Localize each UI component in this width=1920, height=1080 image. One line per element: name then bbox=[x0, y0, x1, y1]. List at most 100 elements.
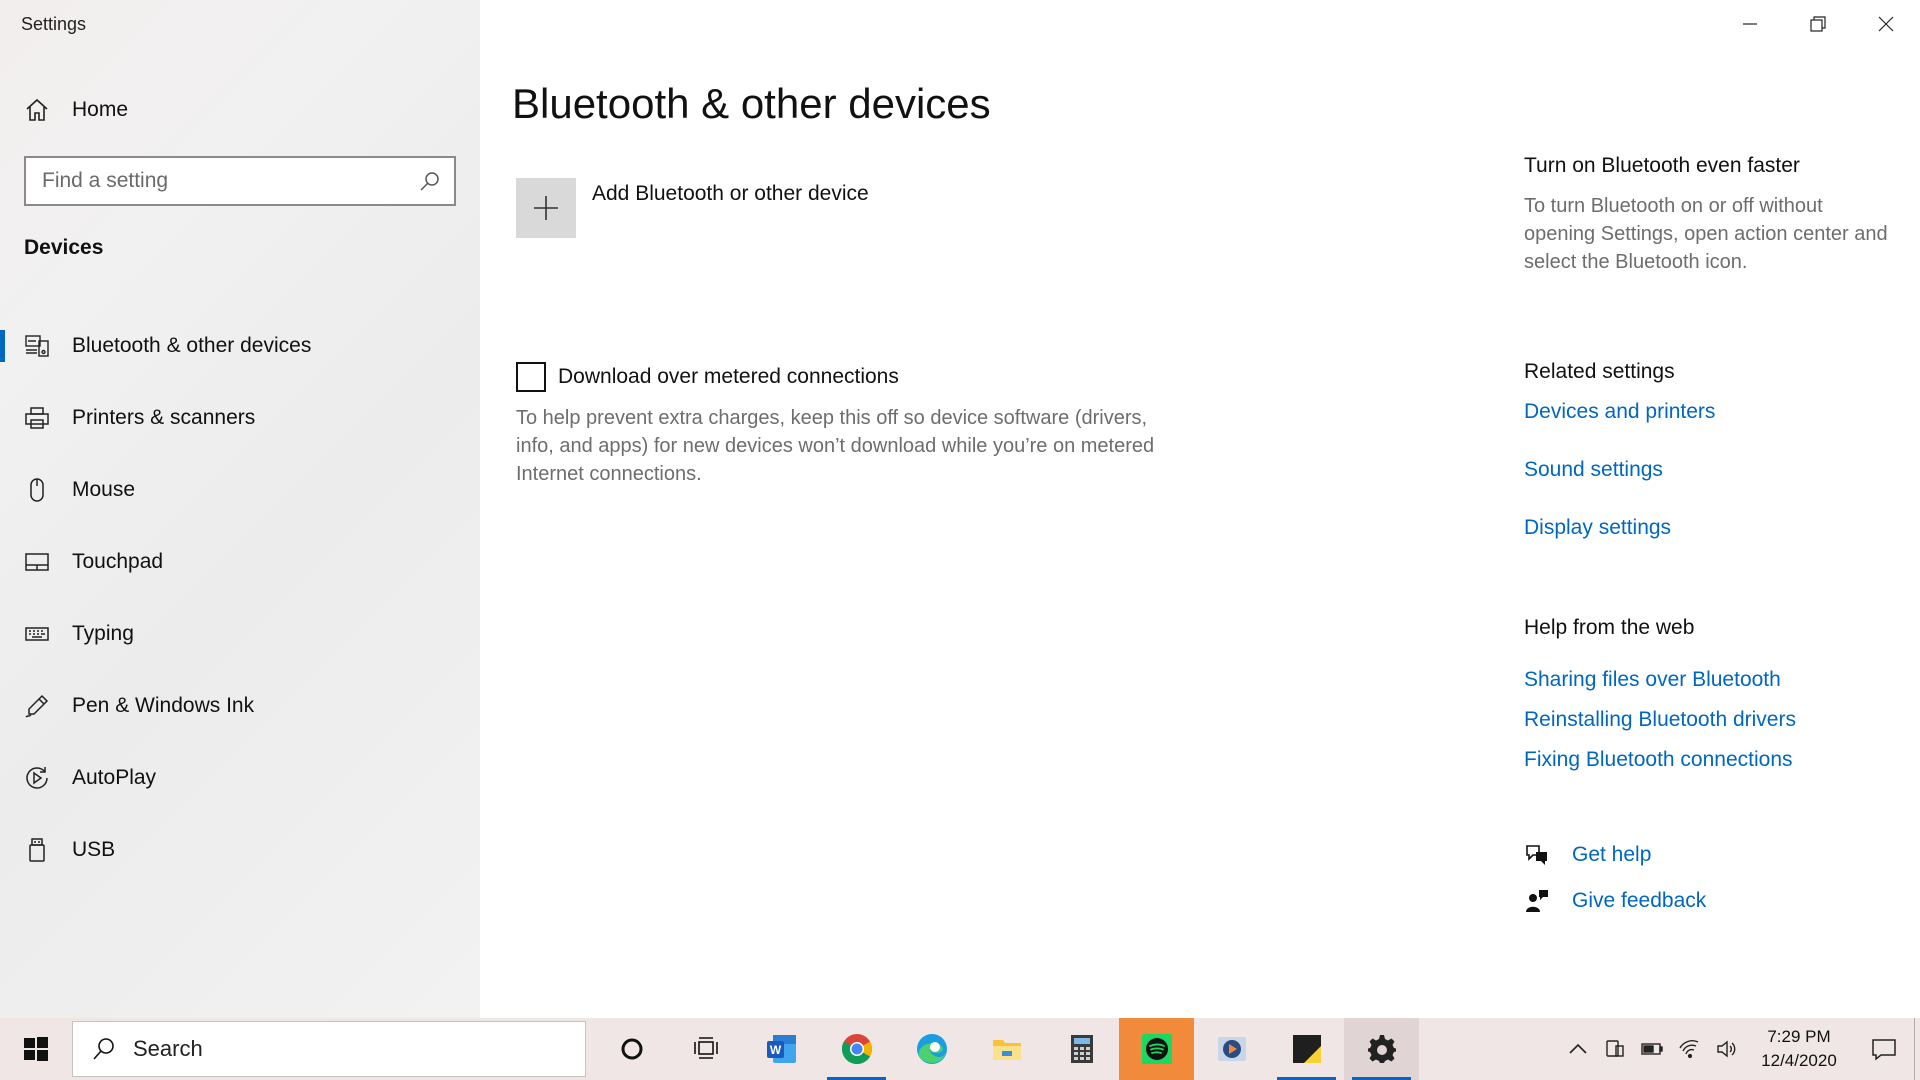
get-help-label: Get help bbox=[1572, 843, 1652, 866]
settings-search-input[interactable] bbox=[26, 158, 418, 204]
sound-settings-link[interactable]: Sound settings bbox=[1524, 458, 1663, 482]
sidebar-item-label: Typing bbox=[72, 622, 134, 645]
sidebar-nav: Bluetooth & other devices Printers & sca… bbox=[0, 310, 480, 886]
page-title: Bluetooth & other devices bbox=[512, 80, 991, 127]
taskbar: W bbox=[0, 1018, 1920, 1080]
sidebar-item-label: Printers & scanners bbox=[72, 406, 256, 429]
search-icon bbox=[93, 1038, 114, 1060]
sidebar-item-label: Mouse bbox=[72, 478, 136, 501]
metered-connection-checkbox[interactable] bbox=[516, 362, 546, 392]
sharing-files-link[interactable]: Sharing files over Bluetooth bbox=[1524, 668, 1781, 692]
task-view-icon bbox=[693, 1037, 718, 1059]
devices-and-printers-link[interactable]: Devices and printers bbox=[1524, 400, 1715, 424]
add-device-label: Add Bluetooth or other device bbox=[592, 182, 869, 205]
restore-button[interactable] bbox=[1784, 0, 1852, 48]
sidebar-item-printers[interactable]: Printers & scanners bbox=[0, 382, 480, 454]
reinstalling-drivers-link[interactable]: Reinstalling Bluetooth drivers bbox=[1524, 708, 1796, 732]
notification-icon bbox=[1872, 1039, 1896, 1061]
sidebar-item-label: Touchpad bbox=[72, 550, 164, 573]
task-view-button[interactable] bbox=[669, 1018, 744, 1080]
restore-icon bbox=[1810, 16, 1826, 32]
faster-description: To turn Bluetooth on or off without open… bbox=[1524, 195, 1888, 273]
minimize-button[interactable] bbox=[1716, 0, 1784, 48]
plus-icon bbox=[534, 196, 558, 220]
media-player-icon bbox=[1217, 1037, 1246, 1061]
sticky-notes-button[interactable] bbox=[1269, 1018, 1344, 1080]
volume-button[interactable] bbox=[1707, 1018, 1744, 1080]
get-help-link[interactable]: Get help bbox=[1524, 842, 1651, 868]
sidebar-item-pen[interactable]: Pen & Windows Ink bbox=[0, 670, 480, 742]
sidebar-item-mouse[interactable]: Mouse bbox=[0, 454, 480, 526]
taskbar-search-input[interactable] bbox=[117, 1022, 585, 1076]
show-desktop-button[interactable] bbox=[1914, 1018, 1920, 1080]
calculator-icon bbox=[1070, 1035, 1093, 1063]
add-device-button[interactable]: Add Bluetooth or other device bbox=[516, 178, 869, 238]
clock[interactable]: 7:29 PM 12/4/2020 bbox=[1744, 1025, 1854, 1073]
media-player-button[interactable] bbox=[1194, 1018, 1269, 1080]
sidebar-home[interactable]: Home bbox=[24, 92, 128, 128]
action-center-button[interactable] bbox=[1854, 1018, 1914, 1080]
metered-connection-option[interactable]: Download over metered connections bbox=[516, 362, 899, 392]
svg-text:W: W bbox=[769, 1043, 781, 1057]
usb-icon bbox=[24, 837, 50, 863]
taskbar-apps: W bbox=[594, 1018, 1419, 1080]
minimize-icon bbox=[1743, 23, 1757, 25]
settings-taskbar-button[interactable] bbox=[1344, 1018, 1419, 1080]
close-button[interactable] bbox=[1852, 0, 1920, 48]
section-label: Devices bbox=[24, 236, 104, 259]
sticky-notes-icon bbox=[1292, 1035, 1321, 1063]
file-explorer-icon bbox=[992, 1040, 1021, 1060]
file-explorer-button[interactable] bbox=[969, 1018, 1044, 1080]
start-button[interactable] bbox=[0, 1018, 72, 1080]
network-button[interactable] bbox=[1670, 1018, 1707, 1080]
chevron-up-icon bbox=[1568, 1043, 1587, 1054]
show-hidden-icons-button[interactable] bbox=[1559, 1018, 1596, 1080]
settings-search[interactable] bbox=[24, 156, 456, 206]
battery-button[interactable] bbox=[1633, 1018, 1670, 1080]
bluetooth-devices-icon bbox=[24, 333, 50, 359]
word-button[interactable]: W bbox=[744, 1018, 819, 1080]
add-device-tile[interactable] bbox=[516, 178, 576, 238]
settings-icon bbox=[1367, 1035, 1396, 1063]
calculator-button[interactable] bbox=[1044, 1018, 1119, 1080]
sidebar-item-usb[interactable]: USB bbox=[0, 814, 480, 886]
cortana-button[interactable] bbox=[594, 1018, 669, 1080]
meet-now-button[interactable] bbox=[1596, 1018, 1633, 1080]
window-controls bbox=[1716, 0, 1920, 48]
sidebar-home-label: Home bbox=[72, 98, 129, 121]
sidebar-item-label: USB bbox=[72, 838, 116, 861]
mouse-icon bbox=[24, 477, 50, 503]
volume-icon bbox=[1716, 1040, 1735, 1058]
autoplay-icon bbox=[24, 765, 50, 791]
sidebar-item-bluetooth[interactable]: Bluetooth & other devices bbox=[0, 310, 480, 382]
give-feedback-icon bbox=[1526, 890, 1548, 912]
fixing-connections-link[interactable]: Fixing Bluetooth connections bbox=[1524, 748, 1793, 772]
metered-connection-description: To help prevent extra charges, keep this… bbox=[516, 407, 1155, 485]
keyboard-icon bbox=[24, 621, 50, 647]
sidebar-item-label: Pen & Windows Ink bbox=[72, 694, 255, 717]
chrome-icon bbox=[841, 1034, 872, 1065]
cortana-icon bbox=[621, 1038, 642, 1060]
clock-date: 12/4/2020 bbox=[1761, 1051, 1837, 1070]
sidebar-item-autoplay[interactable]: AutoPlay bbox=[0, 742, 480, 814]
give-feedback-link[interactable]: Give feedback bbox=[1524, 888, 1706, 914]
device-icon bbox=[1605, 1040, 1624, 1057]
printer-icon bbox=[24, 405, 50, 431]
battery-icon bbox=[1640, 1043, 1663, 1055]
sidebar-item-touchpad[interactable]: Touchpad bbox=[0, 526, 480, 598]
clock-time: 7:29 PM bbox=[1767, 1027, 1831, 1046]
spotify-button[interactable] bbox=[1119, 1018, 1194, 1080]
sidebar-item-typing[interactable]: Typing bbox=[0, 598, 480, 670]
search-icon[interactable] bbox=[418, 169, 442, 193]
sidebar-item-label: AutoPlay bbox=[72, 766, 157, 789]
display-settings-link[interactable]: Display settings bbox=[1524, 516, 1671, 540]
edge-icon bbox=[916, 1034, 947, 1064]
home-icon bbox=[26, 98, 48, 121]
pen-icon bbox=[24, 693, 50, 719]
touchpad-icon bbox=[24, 549, 50, 575]
sidebar-item-label: Bluetooth & other devices bbox=[72, 334, 312, 357]
taskbar-search[interactable] bbox=[72, 1021, 586, 1077]
edge-button[interactable] bbox=[894, 1018, 969, 1080]
sidebar: Settings Home Devices Bluetooth & other … bbox=[0, 0, 480, 1018]
chrome-button[interactable] bbox=[819, 1018, 894, 1080]
